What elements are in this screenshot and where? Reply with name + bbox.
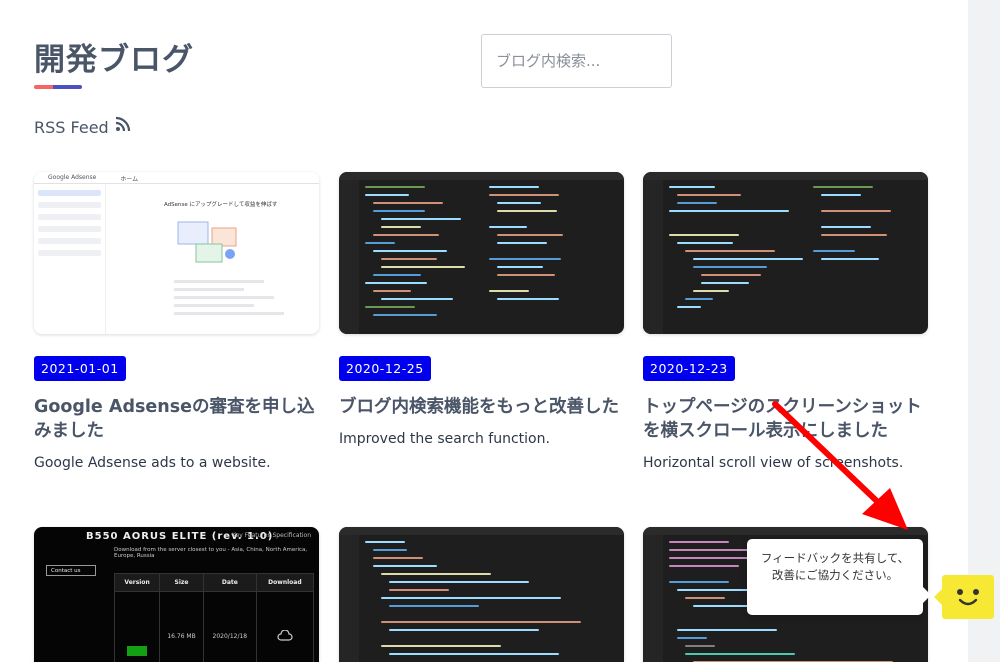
post-thumbnail[interactable] (643, 172, 928, 334)
spec-download-note: Download from the server closest to you … (114, 547, 308, 559)
post-description: Google Adsense ads to a website. (34, 455, 271, 471)
post-card[interactable]: Google Adsense ホーム AdSense にアップグレードして収益を… (34, 172, 319, 473)
spec-table: Version Size Date Download 16.76 MB 2020… (113, 573, 315, 662)
adsense-home-label: ホーム (120, 176, 139, 183)
post-title-link[interactable]: Google Adsenseの審査を申し込みました (34, 395, 319, 443)
spec-date-value: 2020/12/18 (202, 591, 257, 662)
post-description: Improved the search function. (339, 431, 550, 447)
spec-col-version: Version (113, 573, 161, 592)
adsense-heading: AdSense にアップグレードして収益を伸ばす (164, 202, 278, 208)
spec-col-size: Size (159, 573, 204, 592)
page-scrollbar[interactable] (968, 0, 1000, 662)
adsense-illustration (177, 221, 237, 263)
post-thumbnail[interactable] (339, 527, 624, 662)
smiley-face-icon (957, 589, 979, 606)
adsense-app-name: Google Adsense (48, 174, 97, 181)
post-title-link[interactable]: トップページのスクリーンショットを横スクロール表示にしました (643, 395, 928, 443)
feedback-button[interactable] (934, 575, 994, 619)
post-date-badge: 2021-01-01 (34, 356, 126, 381)
post-card[interactable]: 2020-12-25 ブログ内検索機能をもっと改善した Improved the… (339, 172, 624, 449)
feedback-tooltip: フィードバックを共有して、改善にご協力ください。 (747, 539, 931, 615)
post-title-link[interactable]: ブログ内検索機能をもっと改善した (339, 395, 624, 419)
spec-col-date: Date (202, 573, 257, 592)
page-title: 開発ブログ (34, 42, 194, 78)
post-card[interactable]: 2020-12-23 トップページのスクリーンショットを横スクロール表示にしまし… (643, 172, 928, 473)
spec-contact-button: Contact us (46, 565, 96, 576)
post-date-badge: 2020-12-25 (339, 356, 431, 381)
search-input[interactable] (481, 34, 672, 88)
spec-nav: Key Features Specification (231, 532, 311, 539)
post-card[interactable] (339, 527, 624, 662)
post-thumbnail[interactable]: B550 AORUS ELITE (rev. 1.0) Key Features… (34, 527, 319, 662)
rss-feed-label: RSS Feed (34, 118, 109, 137)
post-thumbnail[interactable]: Google Adsense ホーム AdSense にアップグレードして収益を… (34, 172, 319, 334)
title-underline (34, 85, 82, 89)
rss-feed-link[interactable]: RSS Feed (34, 116, 131, 137)
cloud-download-icon (277, 628, 293, 641)
spec-size-value: 16.76 MB (159, 591, 204, 662)
post-card[interactable]: B550 AORUS ELITE (rev. 1.0) Key Features… (34, 527, 319, 662)
rss-icon (115, 116, 130, 132)
version-badge (127, 645, 148, 656)
spec-col-download: Download (255, 573, 315, 592)
post-date-badge: 2020-12-23 (643, 356, 735, 381)
post-thumbnail[interactable] (339, 172, 624, 334)
post-description: Horizontal scroll view of screenshots. (643, 455, 904, 471)
